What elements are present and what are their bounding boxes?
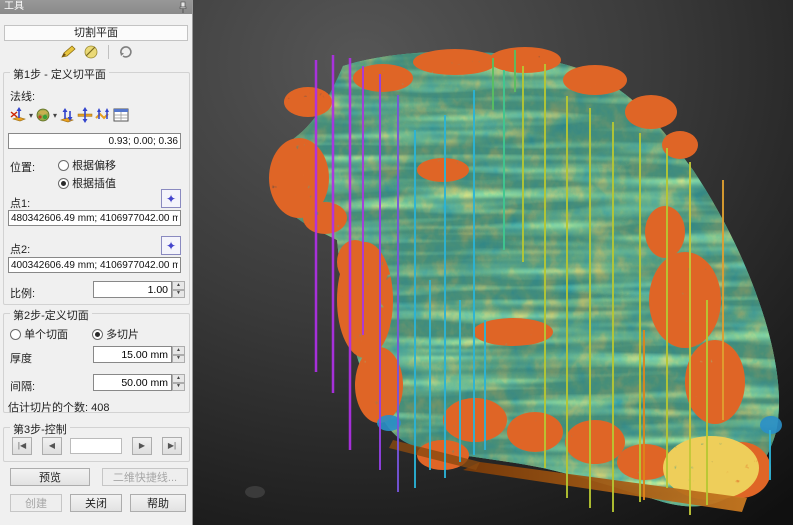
scale-input[interactable] [93, 281, 172, 298]
create-button[interactable]: 创建 [10, 494, 62, 512]
scale-up-button[interactable]: ▲ [172, 281, 185, 290]
plane-two-points-icon[interactable] [94, 106, 112, 124]
preview-button[interactable]: 预览 [10, 468, 90, 486]
point2-label: 点2: [10, 241, 30, 257]
shortcut-2d-button[interactable]: 二维快捷线... [102, 468, 188, 486]
step2-group-label: 第2步-定义切面 [10, 307, 92, 323]
nav-last-button[interactable]: ▶| [162, 437, 182, 455]
application-window: 工具 切割平面 [0, 0, 793, 525]
help-button[interactable]: 帮助 [130, 494, 186, 512]
step1-group-label: 第1步 - 定义切平面 [10, 66, 109, 82]
radio-row-single: 单个切面 [10, 326, 68, 342]
radio-by-offset[interactable] [58, 160, 69, 171]
interval-input[interactable] [93, 374, 172, 391]
panel-toolbar [0, 42, 193, 62]
interval-down-button[interactable]: ▼ [172, 383, 185, 392]
3d-viewport[interactable] [193, 0, 793, 525]
panel-titlebar[interactable]: 工具 [0, 0, 192, 14]
edit-plane-icon[interactable] [59, 43, 77, 61]
nav-first-button[interactable]: |◀ [12, 437, 32, 455]
radio-row-multi: 多切片 [92, 326, 139, 342]
toolbar-separator [108, 45, 109, 59]
interval-spinner: ▲ ▼ [93, 374, 185, 391]
scale-down-button[interactable]: ▼ [172, 290, 185, 299]
slice-index-input[interactable] [70, 438, 122, 454]
panel-title: 工具 [4, 1, 24, 12]
rotate-view-icon[interactable] [117, 43, 135, 61]
invert-normal-icon[interactable] [58, 106, 76, 124]
point1-input[interactable] [8, 210, 181, 226]
radio-by-interpolation[interactable] [58, 178, 69, 189]
step3-group-label: 第3步-控制 [10, 421, 70, 437]
align-axis-icon[interactable] [76, 106, 94, 124]
normal-icon-row: ▾ ▾ [10, 106, 130, 124]
radio-by-interpolation-label: 根据插值 [72, 178, 116, 190]
radio-row-offset: 根据偏移 [58, 157, 116, 173]
select-sphere-icon[interactable] [82, 43, 100, 61]
pick-crosshair-icon: ✦ [166, 239, 176, 253]
thickness-input[interactable] [93, 346, 172, 363]
radio-single-section[interactable] [10, 329, 21, 340]
point2-input[interactable] [8, 257, 181, 273]
nav-next-button[interactable]: ▶ [132, 437, 152, 455]
radio-row-interp: 根据插值 [58, 175, 116, 191]
normal-label: 法线: [10, 88, 35, 104]
normal-vector-input[interactable] [8, 133, 181, 149]
tools-panel: 工具 切割平面 [0, 0, 193, 525]
thickness-label: 厚度 [10, 350, 32, 366]
point2-pick-button[interactable]: ✦ [161, 236, 181, 255]
cutting-plane-header: 切割平面 [4, 25, 188, 41]
thickness-spinner: ▲ ▼ [93, 346, 185, 363]
interval-up-button[interactable]: ▲ [172, 374, 185, 383]
coordinates-table-icon[interactable] [112, 106, 130, 124]
scale-spinner: ▲ ▼ [93, 281, 185, 298]
scale-label: 比例: [10, 285, 35, 301]
pick-crosshair-icon: ✦ [166, 192, 176, 206]
thickness-down-button[interactable]: ▼ [172, 355, 185, 364]
pin-icon[interactable] [178, 1, 188, 13]
radio-multi-slices-label: 多切片 [106, 329, 139, 341]
point1-label: 点1: [10, 195, 30, 211]
radio-by-offset-label: 根据偏移 [72, 160, 116, 172]
slice-count-estimate: 估计切片的个数: 408 [8, 399, 109, 415]
normal-fit-sphere-icon[interactable] [34, 106, 52, 124]
point-cloud-scene [193, 0, 793, 525]
normal-fit-dropdown[interactable]: ▾ [53, 111, 57, 120]
thickness-up-button[interactable]: ▲ [172, 346, 185, 355]
position-label: 位置: [10, 159, 35, 175]
point1-pick-button[interactable]: ✦ [161, 189, 181, 208]
radio-single-section-label: 单个切面 [24, 329, 68, 341]
nav-prev-button[interactable]: ◀ [42, 437, 62, 455]
normal-from-view-icon[interactable] [10, 106, 28, 124]
interval-label: 间隔: [10, 378, 35, 394]
normal-from-view-dropdown[interactable]: ▾ [29, 111, 33, 120]
radio-multi-slices[interactable] [92, 329, 103, 340]
close-button[interactable]: 关闭 [70, 494, 122, 512]
